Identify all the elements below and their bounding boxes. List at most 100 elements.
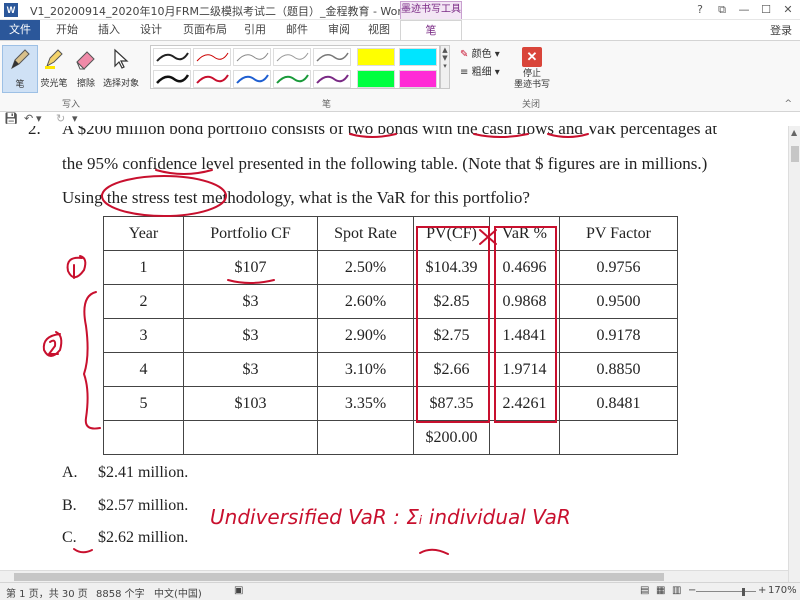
pen-swatch-red-thin[interactable]: [193, 48, 231, 66]
redo-icon[interactable]: ↻: [56, 112, 65, 125]
pen-swatch-red[interactable]: [193, 70, 231, 88]
option-c[interactable]: C. $2.62 million.: [62, 529, 188, 547]
tab-page-layout[interactable]: 页面布局: [178, 20, 232, 40]
group-label-pens: 笔: [322, 100, 332, 110]
pointer-icon: [114, 48, 129, 69]
page-count[interactable]: 第 1 页，共 30 页: [6, 585, 88, 600]
language-status[interactable]: 中文(中国): [154, 585, 202, 600]
table-row: 2 $3 2.60% $2.85 0.9868 0.9500: [103, 284, 678, 319]
table-cell: 1: [103, 250, 184, 285]
maximize-button[interactable]: ☐: [756, 2, 776, 18]
ribbon-display-options-button[interactable]: ⧉: [712, 2, 732, 18]
select-objects-button[interactable]: 选择对象: [100, 45, 142, 93]
pen-thickness-label: 粗细: [471, 67, 492, 78]
option-c-text: $2.62 million.: [98, 529, 189, 546]
ink-circled-1: [66, 255, 87, 279]
pen-swatch-gray-2[interactable]: [273, 48, 311, 66]
word-count[interactable]: 8858 个字: [96, 585, 145, 600]
table-cell: 0.8481: [559, 386, 678, 421]
tab-references[interactable]: 引用: [238, 20, 272, 40]
collapse-ribbon-icon[interactable]: ^: [784, 99, 792, 109]
tab-view[interactable]: 视图: [362, 20, 396, 40]
table-cell: 0.8850: [559, 352, 678, 387]
table-cell: $3: [183, 318, 318, 353]
zoom-slider-thumb[interactable]: [742, 588, 745, 596]
ink-tools-context-tab: 墨迹书写工具: [400, 1, 462, 19]
pen-swatch-gray-1[interactable]: [233, 48, 271, 66]
highlighter-swatch-magenta[interactable]: [399, 70, 437, 88]
zoom-in-icon[interactable]: +: [758, 585, 766, 596]
table-cell: 3: [103, 318, 184, 353]
tab-pen[interactable]: 笔: [400, 20, 462, 40]
table-cell: $2.85: [413, 284, 490, 319]
ink-annotation-text: Undiversified VaR : Σᵢ individual VaR: [210, 505, 571, 529]
pen-swatch-green[interactable]: [273, 70, 311, 88]
table-cell: $2.66: [413, 352, 490, 387]
zoom-level[interactable]: 170%: [768, 585, 797, 596]
table-header-row: Year Portfolio CF Spot Rate PV(CF) VaR %…: [103, 216, 678, 251]
close-window-button[interactable]: ✕: [778, 2, 798, 18]
table-cell: 1.9714: [489, 352, 560, 387]
table-cell: [559, 420, 678, 455]
pen-icon: [11, 49, 30, 70]
question-number: 2.: [28, 126, 41, 138]
table-cell: 0.9756: [559, 250, 678, 285]
pen-tool-button[interactable]: 笔: [2, 45, 38, 93]
group-label-close: 关闭: [522, 100, 541, 110]
table-row: 1 $107 2.50% $104.39 0.4696 0.9756: [103, 250, 678, 285]
table-cell: [183, 420, 318, 455]
customize-qat-icon[interactable]: ▾: [72, 112, 78, 125]
table-cell: $3: [183, 352, 318, 387]
print-layout-icon[interactable]: ▦: [656, 585, 665, 596]
table-cell: 2.50%: [317, 250, 414, 285]
option-a[interactable]: A. $2.41 million.: [62, 464, 188, 482]
web-layout-icon[interactable]: ▥: [672, 585, 681, 596]
ink-digit-2: [47, 339, 59, 355]
tab-review[interactable]: 审阅: [322, 20, 356, 40]
save-icon[interactable]: 💾︎: [4, 112, 18, 125]
pen-swatch-purple[interactable]: [313, 70, 351, 88]
status-bar: 第 1 页，共 30 页 8858 个字 中文(中国) ▣ ▤ ▦ ▥ − + …: [0, 582, 800, 600]
pen-color-dropdown[interactable]: ✎ 颜色 ▾: [460, 45, 500, 60]
eraser-tool-button[interactable]: 擦除: [68, 45, 104, 93]
undo-dropdown-icon[interactable]: ▾: [36, 112, 42, 125]
table-cell: 2.60%: [317, 284, 414, 319]
read-mode-icon[interactable]: ▤: [640, 585, 649, 596]
macro-icon[interactable]: ▣: [234, 585, 243, 596]
ink-partial-mark: [73, 548, 93, 554]
stop-inking-button[interactable]: ✕ 停止 墨迹书写: [512, 45, 552, 95]
tab-mailings[interactable]: 邮件: [280, 20, 314, 40]
highlighter-icon: [45, 49, 63, 69]
undo-icon[interactable]: ↶: [24, 112, 33, 125]
highlighter-swatch-cyan[interactable]: [399, 48, 437, 66]
document-page[interactable]: 2. A $200 million bond portfolio consist…: [0, 126, 788, 582]
highlighter-tool-button[interactable]: 荧光笔: [36, 45, 72, 93]
table-cell: $87.35: [413, 386, 490, 421]
option-b[interactable]: B. $2.57 million.: [62, 497, 188, 515]
pen-thickness-dropdown[interactable]: ≡ 粗细 ▾: [460, 63, 500, 78]
tab-file[interactable]: 文件: [0, 20, 40, 40]
tab-design[interactable]: 设计: [134, 20, 168, 40]
pen-swatch-blue[interactable]: [233, 70, 271, 88]
highlighter-swatch-yellow[interactable]: [357, 48, 395, 66]
pen-swatch-gray-3[interactable]: [313, 48, 351, 66]
word-app-icon[interactable]: W: [4, 3, 18, 17]
help-button[interactable]: ?: [690, 2, 710, 18]
pen-swatch-black-thick[interactable]: [153, 70, 191, 88]
highlighter-swatch-green[interactable]: [357, 70, 395, 88]
scroll-up-icon[interactable]: ▲: [791, 128, 797, 137]
horizontal-scroll-thumb[interactable]: [14, 573, 664, 581]
eraser-icon: [76, 51, 95, 70]
pen-gallery-scroll[interactable]: ▲ ▼ ▾: [440, 45, 450, 89]
tab-home[interactable]: 开始: [50, 20, 84, 40]
table-cell: $200.00: [413, 420, 490, 455]
sign-in-link[interactable]: 登录: [770, 22, 792, 38]
pen-swatch-black[interactable]: [153, 48, 191, 66]
tab-insert[interactable]: 插入: [92, 20, 126, 40]
option-c-label: C.: [62, 529, 77, 546]
vertical-scroll-thumb[interactable]: [791, 146, 799, 162]
minimize-button[interactable]: —: [734, 2, 754, 18]
zoom-slider[interactable]: [696, 591, 756, 592]
vertical-scrollbar[interactable]: ▲: [788, 126, 800, 582]
horizontal-scrollbar[interactable]: [0, 570, 788, 582]
